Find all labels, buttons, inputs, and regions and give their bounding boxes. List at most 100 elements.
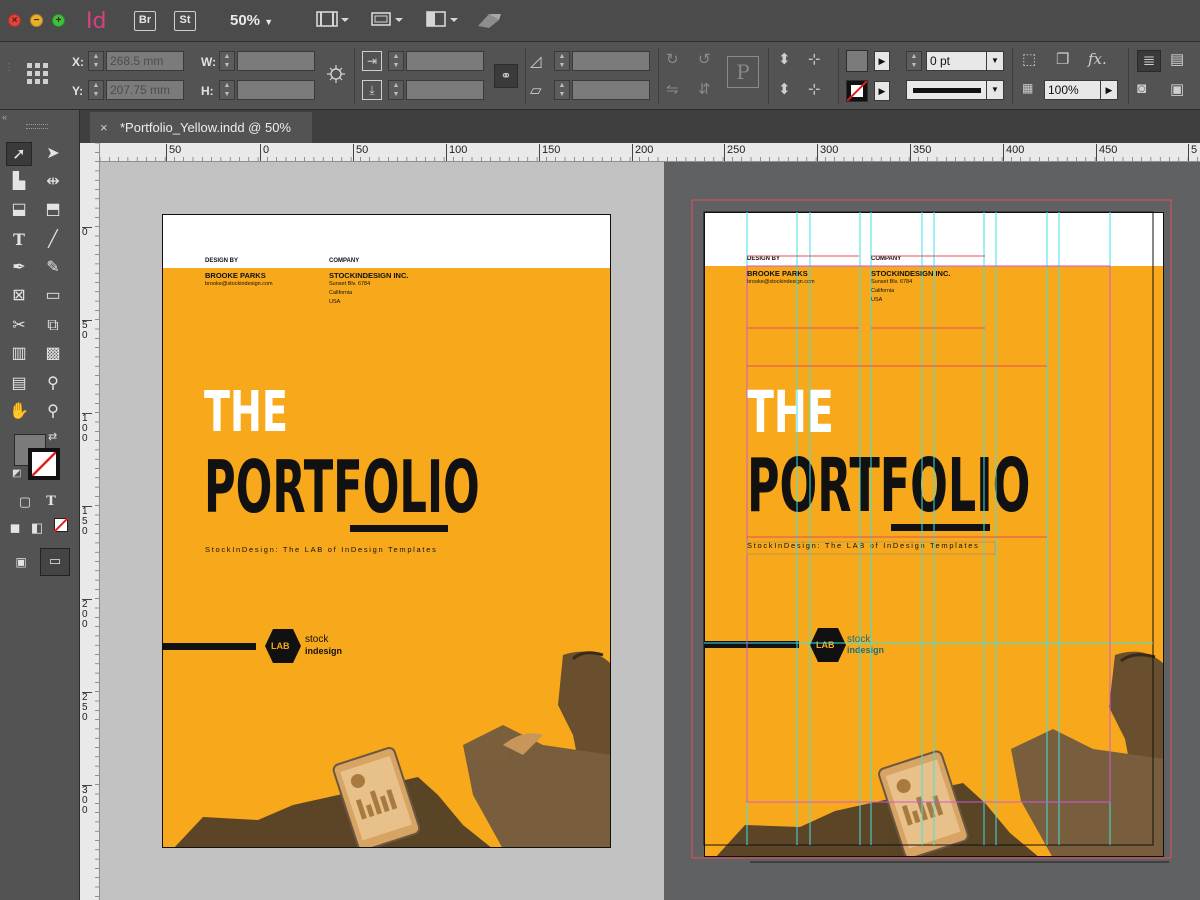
rotate-field[interactable]: [572, 51, 650, 71]
text-wrap-bounding-icon[interactable]: ▤: [1170, 50, 1184, 68]
chevron-down-icon[interactable]: ▼: [986, 51, 1004, 71]
content-placer-icon[interactable]: ⬒: [40, 198, 66, 222]
opacity-menu-arrow-icon[interactable]: ▶: [1100, 80, 1118, 100]
bridge-button[interactable]: Br: [134, 11, 156, 31]
vertical-ruler[interactable]: 0 50 100 150 200 250 300: [80, 143, 100, 900]
select-previous-icon[interactable]: ⊹: [808, 80, 821, 98]
select-container-icon[interactable]: ⬍: [778, 50, 791, 68]
stroke-weight-field[interactable]: 0 pt: [926, 51, 988, 71]
link-icon[interactable]: ⚭: [494, 64, 518, 88]
scissors-tool-icon[interactable]: ✂: [6, 314, 32, 338]
rotate-angle-icon: ◿: [530, 53, 542, 70]
content-collector-icon[interactable]: ⬓: [6, 198, 32, 222]
width-field[interactable]: [237, 51, 315, 71]
pencil-tool-icon[interactable]: ✎: [40, 256, 66, 280]
text-wrap-none-icon[interactable]: ≣: [1137, 50, 1161, 72]
screen-mode-tool-icon[interactable]: ▭: [40, 548, 70, 576]
stroke-type-field[interactable]: [906, 80, 988, 100]
gradient-feather-tool-icon[interactable]: ▩: [40, 342, 66, 366]
eyedropper-tool-icon[interactable]: ⚲: [40, 372, 66, 396]
gradient-swatch-tool-icon[interactable]: ▥: [6, 342, 32, 366]
pen-tool-icon[interactable]: ✒: [6, 256, 32, 280]
stroke-none-swatch[interactable]: [846, 80, 868, 102]
arrange-documents-icon[interactable]: [425, 10, 459, 33]
select-next-icon[interactable]: ⊹: [808, 50, 821, 68]
fill-menu-arrow-icon[interactable]: ▶: [874, 51, 890, 71]
auto-fit-icon[interactable]: ◙: [1137, 80, 1146, 97]
chevron-down-icon[interactable]: ▼: [986, 80, 1004, 100]
zoom-tool-icon[interactable]: ⚲: [40, 400, 66, 424]
title-the: THE: [204, 380, 288, 445]
window-close-button[interactable]: ×: [8, 14, 21, 27]
screen-mode-icon[interactable]: [370, 10, 404, 33]
fill-swatch[interactable]: [846, 50, 868, 72]
gap-tool-icon[interactable]: ⇹: [40, 170, 66, 194]
note-tool-icon[interactable]: ▤: [6, 372, 32, 396]
type-tool-icon[interactable]: T: [6, 228, 32, 252]
effects-fx-icon[interactable]: fx.: [1088, 50, 1107, 68]
rectangle-tool-icon[interactable]: ▭: [40, 284, 66, 308]
scale-x-stepper[interactable]: ▲ ▼: [388, 51, 404, 71]
portfolio-photo: [174, 651, 610, 847]
horizontal-ruler[interactable]: 50 0 50 100 150 200 250 300 350 400 450 …: [100, 143, 1200, 162]
height-field[interactable]: [237, 80, 315, 100]
constrain-proportions-icon[interactable]: [326, 64, 346, 88]
scale-x-field[interactable]: [406, 51, 484, 71]
y-stepper[interactable]: ▲ ▼: [88, 80, 104, 100]
close-icon[interactable]: ×: [100, 112, 108, 143]
rotate-cw-icon[interactable]: ↻: [666, 50, 679, 68]
window-minimize-button[interactable]: −: [30, 14, 43, 27]
document-tab[interactable]: × *Portfolio_Yellow.indd @ 50%: [90, 112, 312, 143]
collapse-panel-icon[interactable]: «: [2, 112, 7, 122]
direct-selection-tool-icon[interactable]: ➤: [40, 142, 66, 166]
swap-colors-icon[interactable]: ⇄: [48, 430, 57, 443]
drop-shadow-icon[interactable]: ❐: [1056, 50, 1069, 68]
normal-view-icon[interactable]: ▣: [8, 550, 34, 574]
flip-vertical-icon[interactable]: ⇵: [698, 80, 711, 98]
view-options-icon[interactable]: [316, 10, 350, 33]
stroke-color-swatch[interactable]: [28, 448, 60, 480]
formatting-container-icon[interactable]: ▢: [12, 490, 38, 514]
shear-stepper[interactable]: ▲ ▼: [554, 80, 570, 100]
stock-button[interactable]: St: [174, 11, 196, 31]
stroke-weight-stepper[interactable]: ▲ ▼: [906, 51, 922, 71]
apply-gradient-icon[interactable]: ◧: [24, 516, 50, 540]
w-stepper[interactable]: ▲ ▼: [219, 51, 235, 71]
window-maximize-button[interactable]: +: [52, 14, 65, 27]
formatting-text-icon[interactable]: T: [38, 490, 64, 514]
flip-horizontal-icon[interactable]: ⇋: [666, 80, 679, 98]
ruler-v-label: 300: [82, 785, 92, 816]
document-page-preview[interactable]: DESIGN BY BROOKE PARKS brooke@stockindes…: [162, 214, 611, 848]
rotate-ccw-icon[interactable]: ↺: [698, 50, 711, 68]
page-tool-icon[interactable]: ▙: [6, 170, 32, 194]
line-tool-icon[interactable]: ╱: [40, 228, 66, 252]
default-colors-icon[interactable]: ◩: [12, 468, 21, 479]
address-line-2: California: [329, 290, 353, 296]
stroke-menu-arrow-icon[interactable]: ▶: [874, 81, 890, 101]
x-position-field[interactable]: 268.5 mm: [106, 51, 184, 71]
scale-y-stepper[interactable]: ▲ ▼: [388, 80, 404, 100]
hand-tool-icon[interactable]: ✋: [6, 400, 32, 424]
scale-y-field[interactable]: [406, 80, 484, 100]
zoom-level-select[interactable]: 50% ▼: [230, 12, 273, 29]
corner-options-icon[interactable]: ⬚: [1022, 50, 1036, 68]
designer-email: brooke@stockindesign.com: [205, 281, 273, 287]
y-position-field[interactable]: 207.75 mm: [106, 80, 184, 100]
rectangle-frame-tool-icon[interactable]: ⊠: [6, 284, 32, 308]
selection-tool-icon[interactable]: ➚: [6, 142, 32, 166]
shear-field[interactable]: [572, 80, 650, 100]
paragraph-p-icon[interactable]: P: [727, 56, 759, 88]
reference-point-icon[interactable]: [25, 61, 51, 91]
rotate-stepper[interactable]: ▲ ▼: [554, 51, 570, 71]
h-stepper[interactable]: ▲ ▼: [219, 80, 235, 100]
opacity-field[interactable]: 100%: [1044, 80, 1102, 100]
title-underline-bar: [350, 525, 448, 532]
apply-none-icon[interactable]: [48, 516, 74, 540]
fitting-icon[interactable]: ▣: [1170, 80, 1184, 98]
publish-online-icon[interactable]: [475, 10, 503, 35]
panel-grip-icon: [26, 124, 48, 129]
select-content-icon[interactable]: ⬍: [778, 80, 791, 98]
ruler-v-label: 0: [82, 227, 92, 238]
free-transform-tool-icon[interactable]: ⧉: [40, 314, 66, 338]
x-stepper[interactable]: ▲ ▼: [88, 51, 104, 71]
